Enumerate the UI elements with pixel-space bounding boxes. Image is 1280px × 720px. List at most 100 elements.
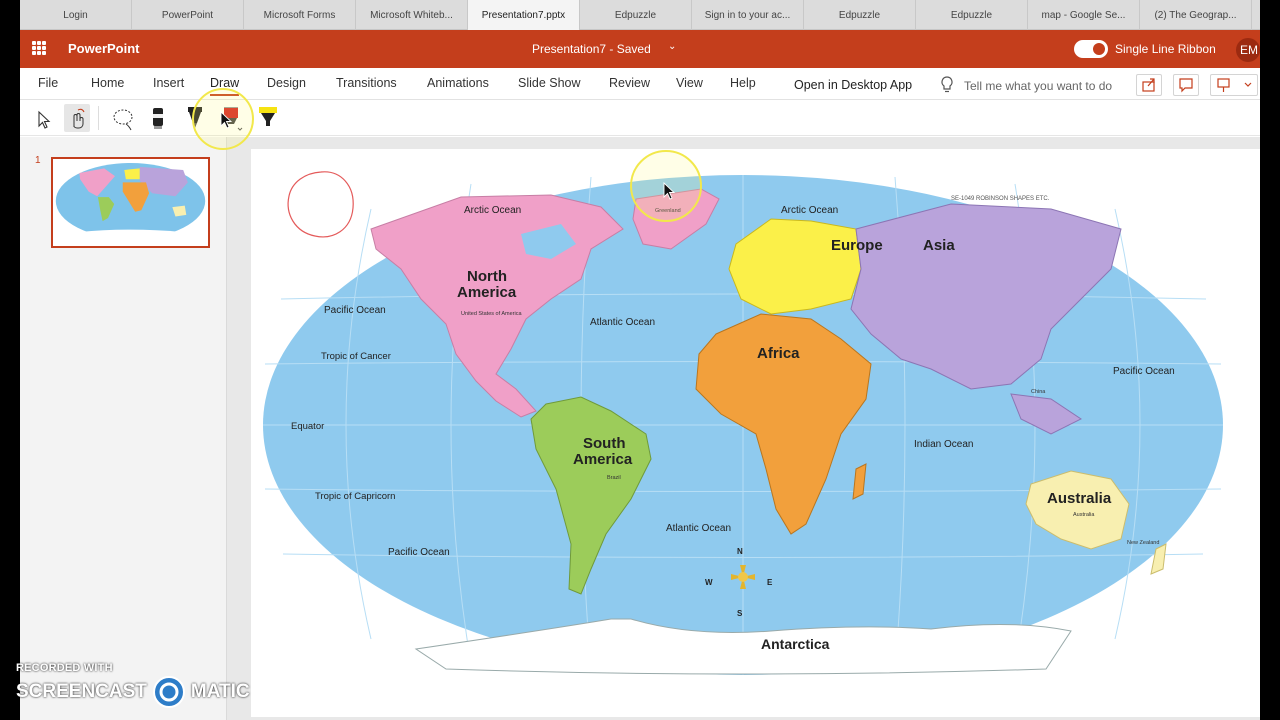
mouse-pointer-icon: [220, 111, 233, 129]
slide-number: 1: [35, 155, 41, 166]
comment-icon: [1179, 78, 1193, 93]
present-icon: [1217, 78, 1252, 92]
hand-draw-icon: [73, 108, 85, 129]
compass-w: W: [705, 578, 713, 587]
label-ocean: Atlantic Ocean: [590, 317, 656, 328]
highlighter-icon: [259, 107, 277, 126]
label-country: Australia: [1073, 512, 1095, 518]
pen-black-tool[interactable]: [145, 104, 171, 132]
touch-draw-tool[interactable]: [64, 104, 90, 132]
label-ocean: Pacific Ocean: [1113, 366, 1175, 377]
watermark-recorded-with: RECORDED WITH: [16, 662, 113, 674]
lasso-tool[interactable]: [110, 104, 136, 132]
avatar[interactable]: EM: [1236, 38, 1260, 62]
label-country: Brazil: [607, 475, 621, 481]
tab-insert[interactable]: Insert: [153, 76, 184, 90]
browser-tab[interactable]: (2) The Geograp...: [1140, 0, 1252, 30]
slide[interactable]: SE-1049 ROBINSON SHAPES ETC. North Ameri…: [251, 149, 1260, 717]
world-map: [263, 175, 1223, 675]
browser-tab[interactable]: map - Google Se...: [1028, 0, 1140, 30]
tab-file[interactable]: File: [38, 76, 58, 90]
browser-tab[interactable]: Edpuzzle: [916, 0, 1028, 30]
label-north-america: North: [467, 268, 507, 285]
tab-slide-show[interactable]: Slide Show: [518, 76, 581, 90]
label-australia: Australia: [1047, 490, 1112, 507]
browser-tab[interactable]: Sign in to your ac...: [692, 0, 804, 30]
label-ocean: Pacific Ocean: [324, 305, 386, 316]
tab-view[interactable]: View: [676, 76, 703, 90]
browser-tab[interactable]: Edpuzzle: [580, 0, 692, 30]
slide-thumbnail-pane: 1: [20, 137, 226, 720]
pencil-icon: [188, 107, 202, 128]
label-north-america: America: [457, 284, 517, 301]
label-asia: Asia: [923, 237, 955, 254]
open-in-desktop-app-button[interactable]: Open in Desktop App: [794, 78, 912, 92]
compass-n: N: [737, 547, 743, 556]
select-tool[interactable]: [30, 104, 56, 132]
label-ocean: Arctic Ocean: [464, 205, 522, 216]
browser-tab[interactable]: Microsoft Forms: [244, 0, 356, 30]
browser-tab-strip: Login PowerPoint Microsoft Forms Microso…: [20, 0, 1260, 30]
present-button[interactable]: [1210, 74, 1258, 96]
chevron-down-icon[interactable]: ⌄: [668, 41, 676, 52]
label-ocean: Atlantic Ocean: [666, 523, 732, 534]
app-launcher-icon[interactable]: [32, 41, 46, 55]
comments-button[interactable]: [1173, 74, 1199, 96]
map-scale-note: SE-1049 ROBINSON SHAPES ETC.: [951, 196, 1050, 202]
mouse-pointer-icon: [663, 182, 676, 200]
compass-e: E: [767, 578, 773, 587]
label-tropic-of-capricorn: Tropic of Capricorn: [315, 491, 396, 502]
draw-toolbar: [20, 100, 1260, 136]
tab-help[interactable]: Help: [730, 76, 756, 90]
browser-tab[interactable]: Login: [20, 0, 132, 30]
browser-tab[interactable]: Microsoft Whiteb...: [356, 0, 468, 30]
label-ocean: Arctic Ocean: [781, 205, 839, 216]
browser-tab[interactable]: PowerPoint: [132, 0, 244, 30]
tab-design[interactable]: Design: [267, 76, 306, 90]
browser-tab[interactable]: Edpuzzle: [804, 0, 916, 30]
slide-editing-canvas: SE-1049 ROBINSON SHAPES ETC. North Ameri…: [227, 137, 1260, 720]
tab-transitions[interactable]: Transitions: [336, 76, 397, 90]
tell-me-search[interactable]: Tell me what you want to do: [964, 79, 1112, 93]
lasso-icon: [113, 109, 133, 131]
watermark-matic-text: MATIC: [190, 681, 250, 702]
label-europe: Europe: [831, 237, 883, 254]
ribbon-tab-bar: File Home Insert Draw Design Transitions…: [20, 68, 1260, 100]
screencast-logo-icon: [152, 676, 185, 708]
ink-annotation-circle[interactable]: [281, 164, 361, 244]
label-country: New Zealand: [1127, 540, 1160, 546]
label-south-america: South: [583, 435, 626, 452]
tab-review[interactable]: Review: [609, 76, 650, 90]
share-icon: [1142, 78, 1155, 92]
label-africa: Africa: [757, 345, 800, 362]
world-map-thumbnail: [55, 162, 206, 241]
browser-window: Login PowerPoint Microsoft Forms Microso…: [20, 0, 1260, 720]
pen-icon: [153, 108, 163, 129]
share-button[interactable]: [1136, 74, 1162, 96]
tab-home[interactable]: Home: [91, 76, 124, 90]
single-line-ribbon-label: Single Line Ribbon: [1115, 42, 1216, 56]
watermark-screencastomatic: SCREENCAST MATIC: [16, 676, 250, 708]
browser-tab-active[interactable]: Presentation7.pptx: [468, 0, 580, 30]
lightbulb-icon: [941, 76, 953, 93]
watermark-screencast-text: SCREENCAST: [16, 681, 147, 702]
label-country: Greenland: [655, 208, 681, 214]
label-ocean: Pacific Ocean: [388, 547, 450, 558]
label-tropic-of-cancer: Tropic of Cancer: [321, 351, 391, 362]
single-line-ribbon-toggle[interactable]: [1074, 40, 1108, 58]
app-header: PowerPoint Presentation7 - Saved ⌄ Singl…: [20, 30, 1260, 68]
app-name[interactable]: PowerPoint: [68, 41, 140, 56]
label-country: China: [1031, 389, 1046, 395]
slide-thumbnail[interactable]: [51, 157, 210, 248]
tab-draw[interactable]: Draw: [210, 76, 240, 96]
pen-black-2-tool[interactable]: [182, 104, 208, 132]
label-south-america: America: [573, 451, 633, 468]
arrow-pointer-icon: [38, 110, 51, 129]
label-ocean: Indian Ocean: [914, 439, 974, 450]
label-antarctica: Antarctica: [761, 636, 830, 652]
tab-animations[interactable]: Animations: [427, 76, 489, 90]
label-country: United States of America: [461, 311, 522, 317]
highlighter-yellow-tool[interactable]: [255, 104, 281, 132]
compass-s: S: [737, 609, 743, 618]
document-title[interactable]: Presentation7 - Saved: [532, 42, 651, 56]
